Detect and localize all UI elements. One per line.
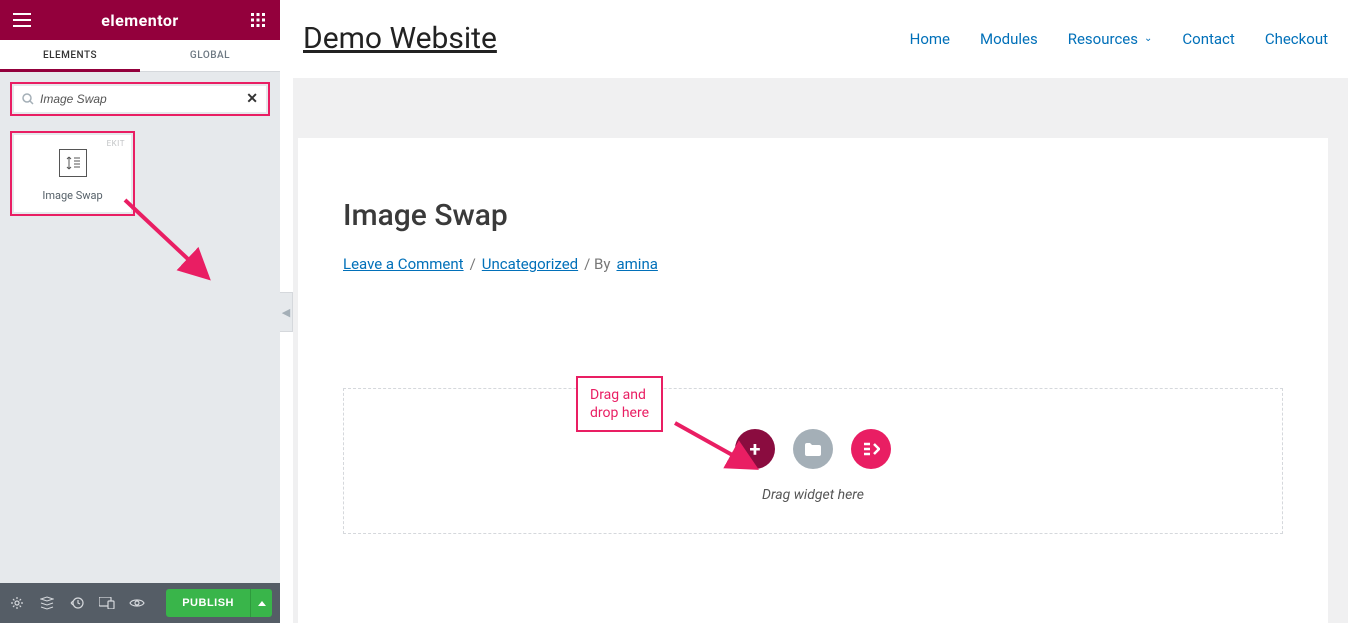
settings-icon[interactable] — [8, 594, 26, 612]
image-swap-icon — [59, 149, 87, 177]
collapse-sidebar-handle[interactable]: ◀ — [280, 292, 293, 332]
search-input[interactable] — [40, 92, 246, 106]
preview-pane: Demo Website Home Modules Resources ⌄ Co… — [293, 0, 1348, 623]
drop-zone[interactable]: + Drag widget here — [343, 388, 1283, 534]
nav-contact[interactable]: Contact — [1182, 30, 1234, 48]
menu-icon[interactable] — [10, 8, 34, 32]
drop-actions: + — [735, 429, 891, 469]
elementskit-button[interactable] — [851, 429, 891, 469]
publish-group: PUBLISH — [166, 589, 272, 617]
nav-checkout[interactable]: Checkout — [1265, 30, 1328, 48]
sidebar-footer: PUBLISH — [0, 583, 280, 623]
responsive-icon[interactable] — [98, 594, 116, 612]
content-card: Image Swap Leave a Comment / Uncategoriz… — [298, 138, 1328, 623]
meta-by: / By — [584, 255, 610, 273]
nav-home[interactable]: Home — [910, 30, 950, 48]
brand-label: elementor — [34, 11, 246, 30]
apps-icon[interactable] — [246, 8, 270, 32]
preview-icon[interactable] — [128, 594, 146, 612]
search-box: ✕ — [13, 85, 267, 113]
author-link[interactable]: amina — [616, 255, 657, 273]
widget-list: EKIT Image Swap — [0, 126, 280, 221]
drop-hint: Drag widget here — [762, 487, 864, 503]
meta-separator: / — [470, 255, 476, 273]
search-icon — [22, 93, 34, 105]
tab-elements[interactable]: ELEMENTS — [0, 40, 140, 71]
widget-highlight: EKIT Image Swap — [10, 131, 135, 216]
publish-button[interactable]: PUBLISH — [166, 589, 250, 617]
navigator-icon[interactable] — [38, 594, 56, 612]
page-title: Image Swap — [343, 198, 1283, 233]
elementor-sidebar: elementor ELEMENTS GLOBAL ✕ EKIT — [0, 0, 280, 623]
chevron-down-icon: ⌄ — [1144, 33, 1152, 44]
add-section-button[interactable]: + — [735, 429, 775, 469]
page-background: Image Swap Leave a Comment / Uncategoriz… — [293, 78, 1348, 623]
widget-label: Image Swap — [42, 189, 102, 202]
widget-badge: EKIT — [107, 139, 125, 148]
template-library-button[interactable] — [793, 429, 833, 469]
site-title[interactable]: Demo Website — [303, 21, 497, 56]
history-icon[interactable] — [68, 594, 86, 612]
widget-image-swap[interactable]: EKIT Image Swap — [14, 135, 131, 212]
search-highlight: ✕ — [10, 82, 270, 116]
site-header: Demo Website Home Modules Resources ⌄ Co… — [293, 0, 1348, 78]
sidebar-header: elementor — [0, 0, 280, 40]
nav-modules[interactable]: Modules — [980, 30, 1038, 48]
nav-resources-label: Resources — [1068, 30, 1138, 48]
sidebar-tabs: ELEMENTS GLOBAL — [0, 40, 280, 72]
category-link[interactable]: Uncategorized — [482, 255, 578, 273]
main-nav: Home Modules Resources ⌄ Contact Checkou… — [910, 30, 1328, 48]
leave-comment-link[interactable]: Leave a Comment — [343, 255, 464, 273]
nav-resources[interactable]: Resources ⌄ — [1068, 30, 1153, 48]
tab-global[interactable]: GLOBAL — [140, 40, 280, 71]
publish-caret-button[interactable] — [250, 589, 272, 617]
post-meta: Leave a Comment / Uncategorized / By ami… — [343, 255, 1283, 273]
clear-search-icon[interactable]: ✕ — [246, 91, 258, 107]
